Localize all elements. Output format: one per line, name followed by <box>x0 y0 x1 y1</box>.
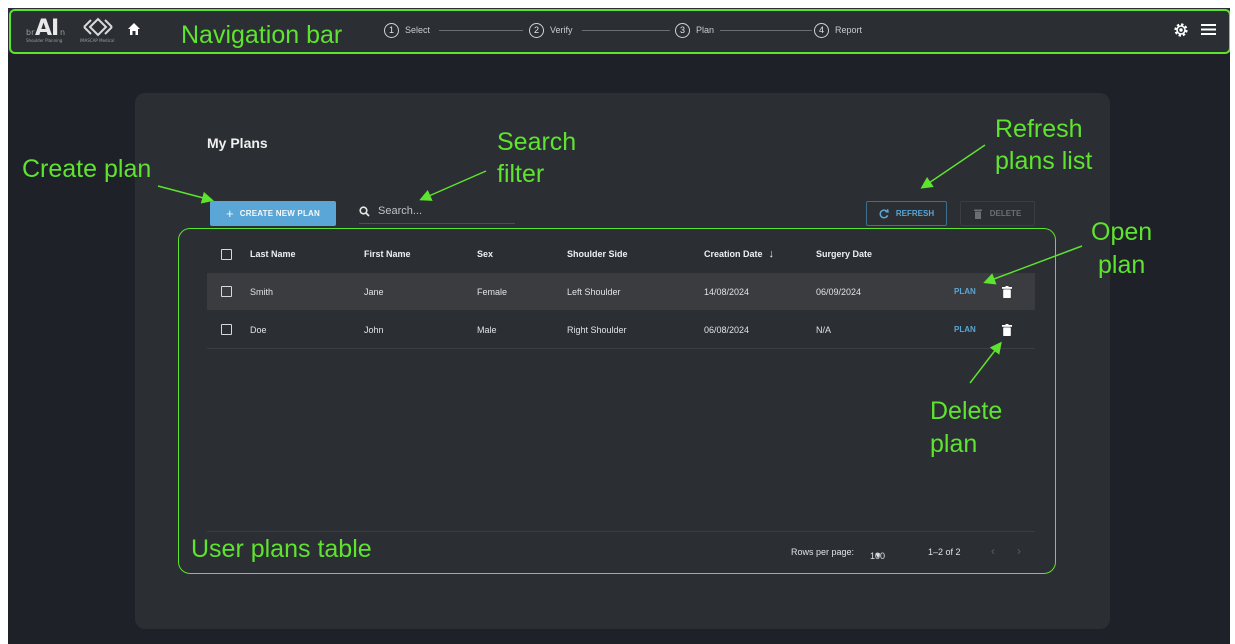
step-report[interactable]: 4 Report <box>814 20 862 40</box>
table-row[interactable]: Smith Jane Female Left Shoulder 14/08/20… <box>207 273 1035 310</box>
step-connector <box>582 30 670 31</box>
first-name-cell: John <box>364 324 384 335</box>
rows-per-page-label: Rows per page: <box>791 547 855 557</box>
annotation-refresh-line2: plans list <box>995 147 1093 175</box>
brain-logo: br AI n Shoulder Planning <box>26 16 74 44</box>
step-label: Plan <box>696 25 715 35</box>
refresh-icon <box>879 208 889 218</box>
table-header: Last Name First Name Sex Shoulder Side C… <box>207 239 1035 269</box>
table-footer-divider <box>207 531 1035 532</box>
app-window: br AI n Shoulder Planning IMASCAP Medica… <box>8 8 1230 644</box>
last-name-cell: Doe <box>250 324 267 335</box>
annotation-open-line1: Open <box>1091 218 1153 246</box>
search-input[interactable] <box>376 204 510 218</box>
create-new-plan-button[interactable]: + CREATE NEW PLAN <box>210 201 336 226</box>
dropdown-icon: ▼ <box>874 551 882 560</box>
step-label: Select <box>405 25 431 35</box>
column-header-last-name[interactable]: Last Name <box>250 239 296 269</box>
refresh-button[interactable]: REFRESH <box>866 201 947 226</box>
select-all-checkbox[interactable] <box>221 248 232 260</box>
column-header-creation-date[interactable]: Creation Date ↓ <box>704 239 774 269</box>
trash-icon <box>973 209 982 219</box>
annotation-navigation-bar: Navigation bar <box>181 21 343 49</box>
row-checkbox[interactable] <box>221 286 232 297</box>
column-header-first-name[interactable]: First Name <box>364 239 411 269</box>
logo-prefix: br <box>26 28 35 37</box>
menu-icon[interactable] <box>1201 23 1216 36</box>
step-select[interactable]: 1 Select <box>384 20 430 40</box>
plus-icon: + <box>226 206 234 221</box>
step-verify[interactable]: 2 Verify <box>529 20 573 40</box>
trash-icon[interactable] <box>1002 285 1012 298</box>
surgery-date-cell: N/A <box>816 324 832 335</box>
step-connector <box>720 30 812 31</box>
step-label: Report <box>835 25 863 35</box>
trash-icon[interactable] <box>1002 323 1012 336</box>
creation-date-label: Creation Date <box>704 249 763 259</box>
logo-caption: Shoulder Planning <box>26 38 63 43</box>
creation-date-cell: 14/08/2024 <box>704 286 750 297</box>
sort-desc-icon: ↓ <box>768 248 775 260</box>
page-title: My Plans <box>207 135 268 151</box>
step-label: Verify <box>550 25 573 35</box>
open-plan-button[interactable]: PLAN <box>954 273 976 310</box>
gear-icon[interactable] <box>1173 22 1189 38</box>
previous-page-icon[interactable]: ‹ <box>991 544 995 558</box>
sex-cell: Male <box>477 324 497 335</box>
column-header-surgery-date[interactable]: Surgery Date <box>816 239 872 269</box>
first-name-cell: Jane <box>364 286 384 297</box>
table-row[interactable]: Doe John Male Right Shoulder 06/08/2024 … <box>207 311 1035 349</box>
annotation-user-plans-table: User plans table <box>191 535 372 563</box>
annotation-search-line1: Search <box>497 128 577 156</box>
step-plan[interactable]: 3 Plan <box>675 20 714 40</box>
annotation-refresh-line1: Refresh <box>995 115 1083 143</box>
create-new-plan-label: CREATE NEW PLAN <box>239 209 320 218</box>
shoulder-side-cell: Left Shoulder <box>567 286 621 297</box>
annotation-search-line2: filter <box>497 160 545 188</box>
refresh-label: REFRESH <box>895 209 935 218</box>
last-name-cell: Smith <box>250 286 274 297</box>
select-all-cell[interactable] <box>221 239 232 269</box>
delete-button[interactable]: DELETE <box>960 201 1035 226</box>
column-header-sex[interactable]: Sex <box>477 239 493 269</box>
delete-label: DELETE <box>989 209 1022 218</box>
partner-caption: IMASCAP Medical <box>80 38 115 43</box>
search-filter[interactable] <box>359 199 515 224</box>
annotation-delete-line1: Delete <box>930 397 1003 425</box>
logo-suffix: n <box>60 28 66 37</box>
creation-date-cell: 06/08/2024 <box>704 324 750 335</box>
annotation-open-line2: plan <box>1098 251 1146 279</box>
row-select-cell[interactable] <box>221 311 232 348</box>
annotation-delete-line2: plan <box>930 430 978 458</box>
step-number: 2 <box>529 22 544 38</box>
pagination-range: 1–2 of 2 <box>928 547 961 557</box>
delete-plan-cell[interactable] <box>1002 273 1012 310</box>
home-icon[interactable] <box>126 21 142 37</box>
step-number: 1 <box>384 22 399 38</box>
next-page-icon[interactable]: › <box>1017 544 1021 558</box>
diamond-logo-icon <box>83 17 113 37</box>
column-header-shoulder-side[interactable]: Shoulder Side <box>567 239 628 269</box>
sex-cell: Female <box>477 286 508 297</box>
partner-logo: IMASCAP Medical <box>80 16 116 44</box>
row-checkbox[interactable] <box>221 324 232 335</box>
shoulder-side-cell: Right Shoulder <box>567 324 627 335</box>
delete-plan-cell[interactable] <box>1002 311 1012 348</box>
search-icon <box>359 205 370 217</box>
open-plan-button[interactable]: PLAN <box>954 311 976 348</box>
step-number: 3 <box>675 22 690 38</box>
surgery-date-cell: 06/09/2024 <box>816 286 862 297</box>
annotation-create-plan: Create plan <box>22 155 152 183</box>
step-connector <box>439 30 523 31</box>
row-select-cell[interactable] <box>221 273 232 310</box>
step-number: 4 <box>814 22 829 38</box>
